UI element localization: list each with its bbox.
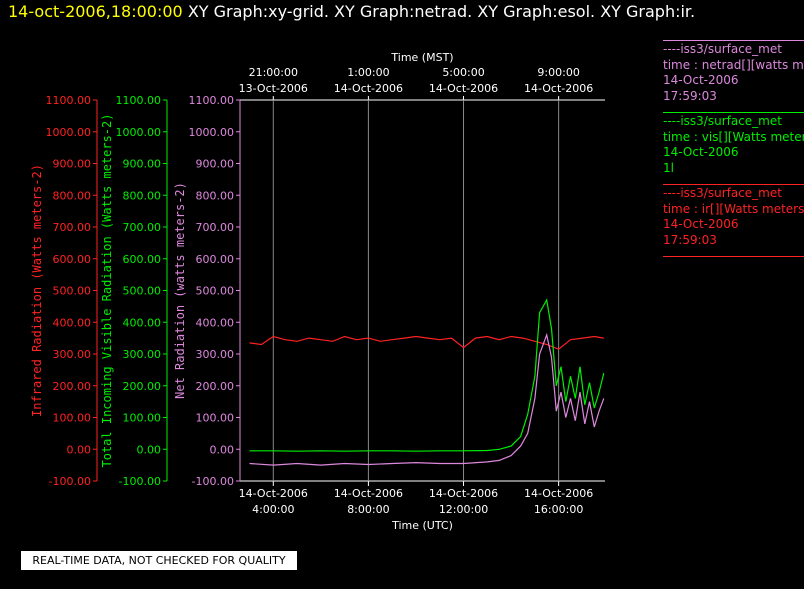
y-tick-label-netrad: 500.00 [196,285,235,298]
x-tick-time: 4:00:00 [252,503,294,516]
x-tick-date: 14-Oct-2006 [429,487,498,500]
legend-line: ----iss3/surface_met [663,186,782,200]
top-tick-date: 14-Oct-2006 [334,82,403,95]
y-tick-label-netrad: 600.00 [196,253,235,266]
y-tick-label-vis: 1000.00 [116,126,162,139]
legend-line: time : ir[][Watts meters [663,201,804,216]
y-tick-label-ir: 200.00 [53,380,92,393]
y-tick-label-netrad: 300.00 [196,348,235,361]
y-tick-label-ir: 1100.00 [46,94,92,107]
y-tick-label-netrad: 800.00 [196,189,235,202]
top-tick-time: 1:00:00 [347,66,389,79]
legend-entry: ----iss3/surface_met time : vis[][Watts m… [663,114,804,176]
legend-line: 17:59:03 [663,88,717,103]
y-tick-label-ir: 100.00 [53,412,92,425]
x-tick-time: 16:00:00 [534,503,583,516]
legend-entry: ----iss3/surface_met time : ir[][Watts me… [663,186,804,248]
legend-separator [663,184,804,185]
top-axis-label: Time (MST) [390,51,453,64]
y-tick-label-vis: 900.00 [123,158,162,171]
series-line-ir [249,335,604,350]
top-tick-date: 14-Oct-2006 [429,82,498,95]
top-tick-time: 5:00:00 [442,66,484,79]
y-tick-label-vis: 400.00 [123,316,162,329]
legend-line: 14-Oct-2006 [663,73,739,87]
top-tick-time: 21:00:00 [249,66,298,79]
y-tick-label-ir: 600.00 [53,253,92,266]
x-tick-date: 14-Oct-2006 [239,487,308,500]
y-axis-label-vis: Total Incoming Visible Radiation (Watts … [100,113,114,467]
y-tick-label-netrad: 1000.00 [189,126,235,139]
legend-line: 14-Oct-2006 [663,145,739,159]
y-tick-label-netrad: 900.00 [196,158,235,171]
x-tick-time: 12:00:00 [439,503,488,516]
legend-line: 1l [663,160,674,175]
legend-line: 17:59:03 [663,232,717,247]
y-tick-label-vis: 300.00 [123,348,162,361]
quality-note: REAL-TIME DATA, NOT CHECKED FOR QUALITY [21,551,297,570]
legend-separator [663,112,804,113]
y-tick-label-ir: 0.00 [67,443,92,456]
y-tick-label-ir: -100.00 [49,475,91,488]
series-line-netrad [249,332,605,466]
top-tick-date: 13-Oct-2006 [239,82,308,95]
legend-line: 14-Oct-2006 [663,217,739,231]
bottom-axis-label: Time (UTC) [391,519,453,532]
y-tick-label-vis: 500.00 [123,285,162,298]
y-tick-label-vis: 800.00 [123,189,162,202]
y-tick-label-ir: 900.00 [53,158,92,171]
y-tick-label-ir: 400.00 [53,316,92,329]
y-tick-label-netrad: 1100.00 [189,94,235,107]
legend-separator [663,40,804,41]
y-tick-label-vis: 1100.00 [116,94,162,107]
y-tick-label-netrad: -100.00 [192,475,234,488]
legend-separator [663,256,804,257]
legend-line: time : netrad[][watts me [663,57,804,72]
y-tick-label-netrad: 700.00 [196,221,235,234]
y-tick-label-netrad: 100.00 [196,412,235,425]
y-tick-label-netrad: 400.00 [196,316,235,329]
y-tick-label-vis: 700.00 [123,221,162,234]
y-tick-label-ir: 500.00 [53,285,92,298]
legend-line: time : vis[][Watts meter [663,129,804,144]
y-tick-label-netrad: 200.00 [196,380,235,393]
y-tick-label-ir: 1000.00 [46,126,92,139]
y-tick-label-ir: 700.00 [53,221,92,234]
y-tick-label-ir: 800.00 [53,189,92,202]
y-tick-label-vis: 600.00 [123,253,162,266]
y-tick-label-ir: 300.00 [53,348,92,361]
top-tick-date: 14-Oct-2006 [524,82,593,95]
y-tick-label-netrad: 0.00 [210,443,235,456]
legend-line: ----iss3/surface_met [663,114,782,128]
y-axis-label-ir: Infrared Radiation (Watts meters-2) [30,164,44,417]
y-tick-label-vis: 200.00 [123,380,162,393]
x-tick-date: 14-Oct-2006 [334,487,403,500]
top-tick-time: 9:00:00 [537,66,579,79]
x-tick-date: 14-Oct-2006 [524,487,593,500]
legend-line: ----iss3/surface_met [663,42,782,56]
series-line-vis [249,298,605,452]
y-axis-label-netrad: Net Radiation (watts meters-2) [173,182,187,399]
y-tick-label-vis: 100.00 [123,412,162,425]
y-tick-label-vis: -100.00 [119,475,161,488]
x-tick-time: 8:00:00 [347,503,389,516]
legend-entry: ----iss3/surface_met time : netrad[][watt… [663,42,804,104]
y-tick-label-vis: 0.00 [137,443,162,456]
